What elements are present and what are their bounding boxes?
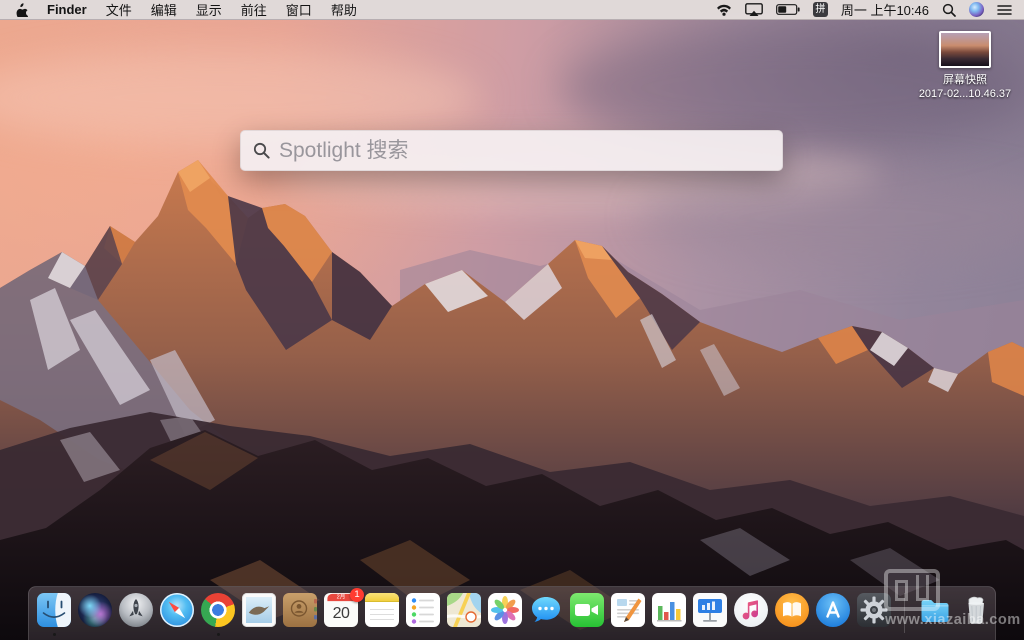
screenshot-thumbnail-image [941, 33, 989, 66]
notes-icon [365, 593, 399, 627]
dock-item-contacts[interactable] [283, 593, 317, 639]
dock-item-safari[interactable] [160, 593, 194, 639]
spotlight-input[interactable] [279, 138, 770, 163]
menu-help[interactable]: 帮助 [331, 0, 357, 19]
running-indicator [52, 633, 56, 636]
mountain-scenery [0, 160, 1024, 640]
messages-bubble-icon [529, 593, 563, 627]
maps-icon [447, 593, 481, 627]
reminders-icon [406, 593, 440, 627]
itunes-note-icon [734, 593, 768, 627]
menu-edit[interactable]: 编辑 [151, 0, 177, 19]
menu-file[interactable]: 文件 [106, 0, 132, 19]
dock-item-calendar[interactable]: 2月 20 1 [324, 588, 364, 639]
keynote-podium-icon [693, 593, 727, 627]
dock-item-itunes[interactable] [734, 593, 768, 639]
dock-item-reminders[interactable] [406, 593, 440, 639]
chrome-icon [201, 593, 235, 627]
battery-icon[interactable] [775, 4, 800, 15]
menu-view[interactable]: 显示 [196, 0, 222, 19]
ibooks-open-book-icon [775, 593, 809, 627]
dock-item-mail[interactable] [242, 593, 276, 639]
pages-document-icon [611, 593, 645, 627]
menu-bar: Finder 文件 编辑 显示 前往 窗口 帮助 拼 周一 上午10:46 [0, 0, 1024, 20]
file-label-line1: 屏幕快照 [943, 74, 987, 86]
launchpad-rocket-icon [119, 593, 153, 627]
menu-bar-clock[interactable]: 周一 上午10:46 [841, 0, 929, 19]
dock-item-app-store[interactable] [816, 593, 850, 639]
siri-icon [78, 593, 112, 627]
facetime-camera-icon [570, 593, 604, 627]
dock-item-pages[interactable] [611, 593, 645, 639]
dock-item-messages[interactable] [529, 593, 563, 639]
dock-item-launchpad[interactable] [119, 593, 153, 639]
screen: Finder 文件 编辑 显示 前往 窗口 帮助 拼 周一 上午10:46 屏幕… [0, 0, 1024, 640]
dock-item-folder[interactable] [918, 593, 952, 639]
spotlight-search-bar[interactable] [240, 130, 783, 171]
trash-full-icon [959, 593, 993, 627]
desktop-file-screenshot[interactable]: 屏幕快照 2017-02...10.46.37 [905, 31, 1024, 101]
app-store-icon [816, 593, 850, 627]
menu-bar-status: 拼 周一 上午10:46 [716, 0, 1024, 19]
search-icon [253, 142, 270, 159]
running-indicator [216, 633, 220, 636]
dock-item-finder[interactable] [37, 593, 71, 639]
dock-item-maps[interactable] [447, 593, 481, 639]
folder-icon [918, 593, 952, 627]
siri-icon[interactable] [969, 2, 984, 17]
wifi-icon[interactable] [716, 3, 732, 16]
mail-stamp-icon [242, 593, 276, 627]
calendar-icon: 2月 20 1 [324, 588, 364, 627]
dock-item-photos[interactable] [488, 593, 522, 639]
dock-item-system-preferences[interactable] [857, 593, 891, 639]
menu-window[interactable]: 窗口 [286, 0, 312, 19]
calendar-day: 20 [332, 605, 350, 622]
notification-badge: 1 [350, 588, 364, 602]
screenshot-thumbnail [939, 31, 991, 68]
numbers-chart-icon [652, 593, 686, 627]
menu-app-name[interactable]: Finder [47, 2, 87, 17]
notification-center-icon[interactable] [997, 4, 1012, 16]
dock-item-ibooks[interactable] [775, 593, 809, 639]
dock-item-keynote[interactable] [693, 593, 727, 639]
dock-item-numbers[interactable] [652, 593, 686, 639]
input-method-badge[interactable]: 拼 [812, 2, 828, 17]
dock-separator [904, 593, 905, 633]
file-label-line2: 2017-02...10.46.37 [918, 88, 1012, 100]
apple-menu-icon[interactable] [15, 2, 28, 17]
dock-item-chrome[interactable] [201, 593, 235, 639]
search-icon[interactable] [942, 3, 956, 17]
safari-compass-icon [160, 593, 194, 627]
dock: 2月 20 1 [28, 586, 996, 640]
contacts-book-icon [283, 593, 317, 627]
menu-go[interactable]: 前往 [241, 0, 267, 19]
airplay-display-icon[interactable] [744, 3, 763, 16]
wallpaper [0, 20, 1024, 640]
finder-icon [37, 593, 71, 627]
menu-bar-left: Finder 文件 编辑 显示 前往 窗口 帮助 [0, 0, 357, 19]
gear-icon [857, 593, 891, 627]
dock-item-facetime[interactable] [570, 593, 604, 639]
dock-item-siri[interactable] [78, 593, 112, 639]
dock-item-trash[interactable] [959, 593, 993, 639]
photos-pinwheel-icon [488, 593, 522, 627]
dock-item-notes[interactable] [365, 593, 399, 639]
